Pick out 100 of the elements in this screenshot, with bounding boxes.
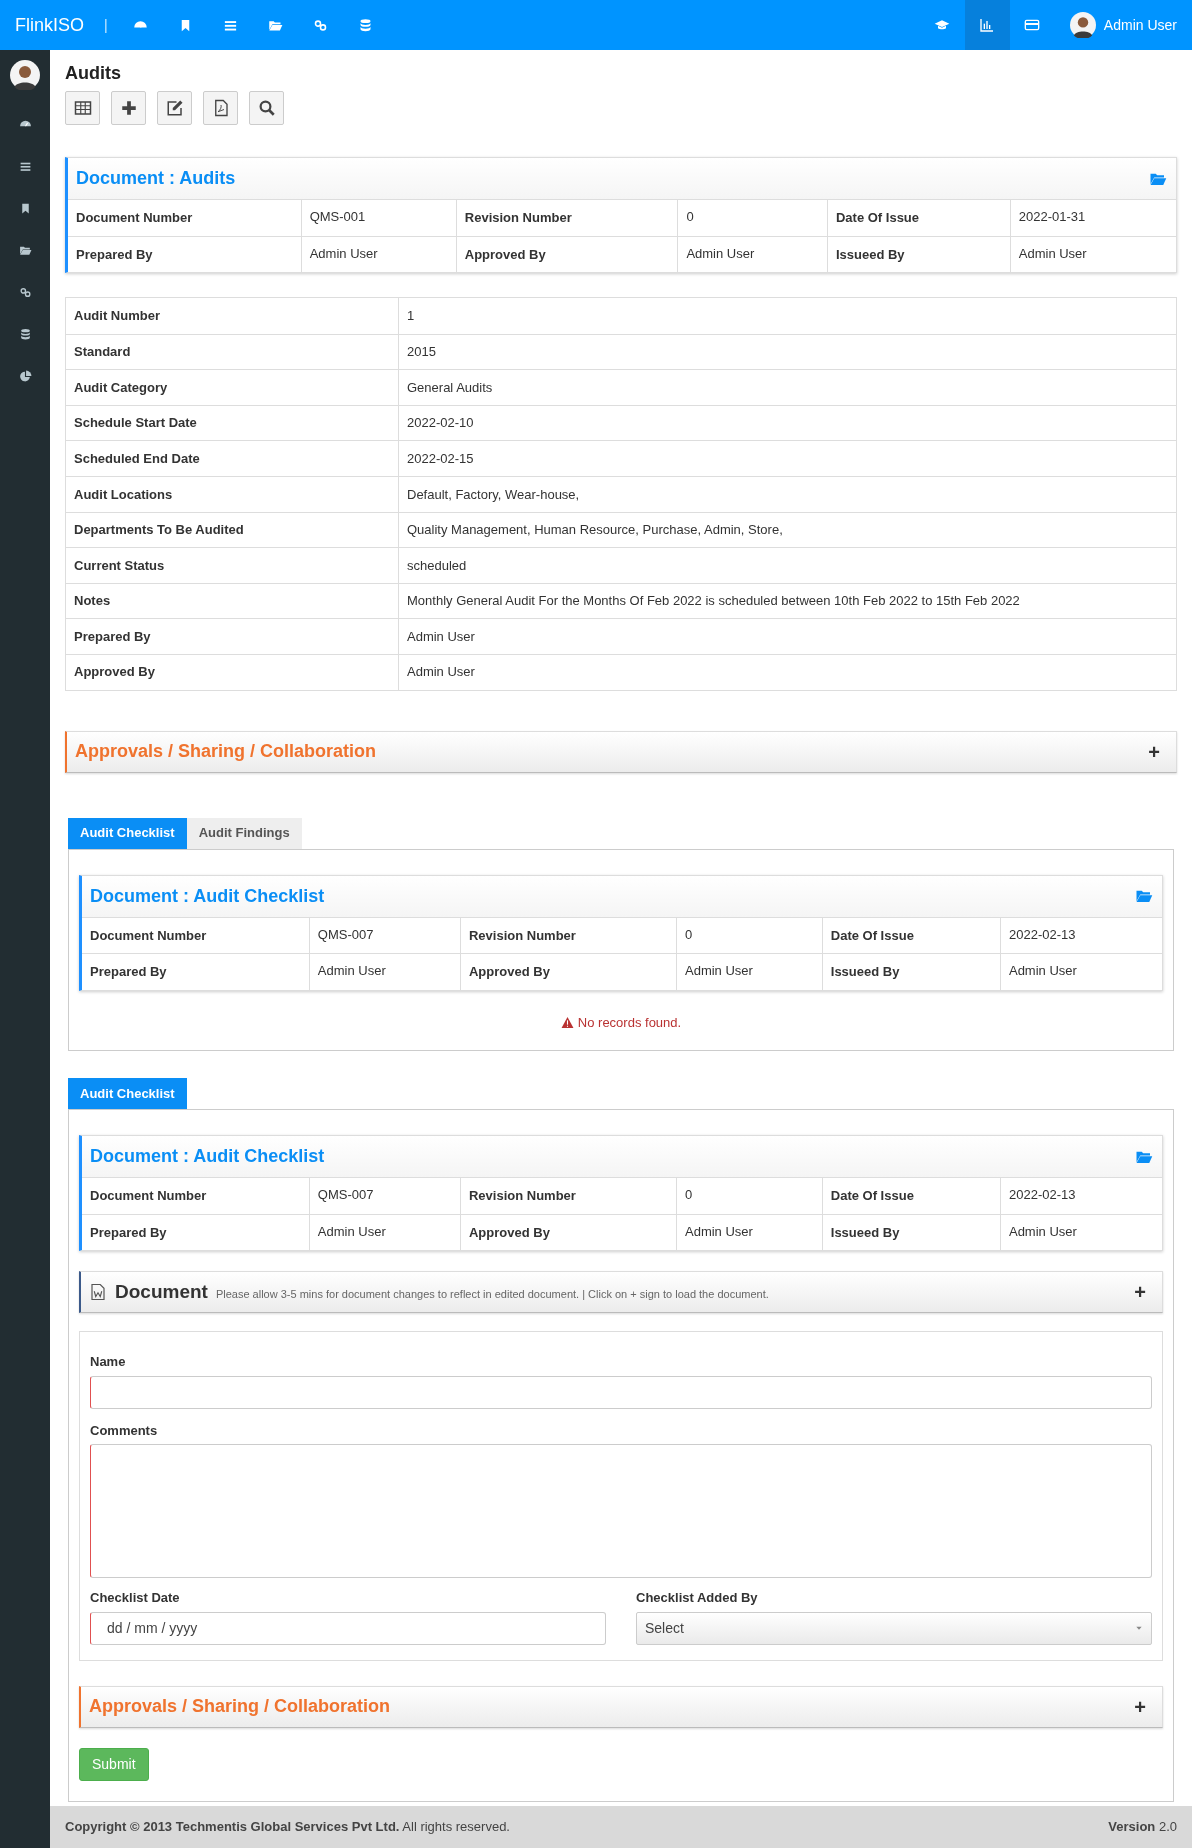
value-cell: Admin User	[676, 954, 822, 990]
label-cell: Issueed By	[826, 236, 1010, 272]
value-cell: Admin User	[1009, 236, 1176, 272]
search-icon	[257, 99, 276, 117]
select-field[interactable]: Select	[636, 1611, 1152, 1645]
panel-title: Approvals / Sharing / Collaboration	[75, 740, 377, 764]
pdf-button[interactable]	[203, 91, 238, 125]
avatar-icon	[1069, 12, 1096, 38]
label-cell: Date Of Issue	[826, 200, 1010, 236]
name-field[interactable]	[90, 1375, 1152, 1409]
panel-title: Approvals / Sharing / Collaboration	[89, 1695, 391, 1719]
link-icon	[18, 285, 32, 299]
comments-field[interactable]	[90, 1444, 1152, 1579]
card-title: Document : Audit Checklist	[90, 1145, 325, 1169]
avatar-icon	[10, 60, 40, 90]
label-cell: Standard	[66, 334, 399, 370]
label-cell: Schedule Start Date	[66, 405, 399, 441]
label-cell-text: Document Number	[89, 1187, 208, 1206]
value-cell: Admin User	[677, 236, 827, 272]
field-label: Checklist Added By	[636, 1589, 759, 1608]
label-cell: Revision Number	[460, 1178, 676, 1214]
card-title: Document : Audits	[76, 167, 236, 190]
label-cell: Approved By	[460, 1214, 676, 1251]
label-cell: Revision Number	[460, 917, 676, 954]
value-cell: Admin User	[308, 954, 460, 990]
label-cell: Audit Category	[66, 370, 399, 405]
edit-button[interactable]	[157, 91, 192, 125]
value-cell-text: scheduled	[406, 556, 468, 575]
value-cell-text: General Audits	[406, 378, 494, 397]
label-cell-text: Document Number	[89, 926, 208, 945]
expand-button[interactable]: +	[1126, 1691, 1154, 1722]
value-cell: QMS-007	[308, 917, 460, 954]
value-cell: QMS-007	[308, 1178, 460, 1214]
add-button[interactable]	[111, 91, 146, 125]
value-cell-text: 1	[406, 307, 416, 326]
label-cell: Audit Locations	[66, 476, 399, 512]
message-text: No records found.	[577, 1013, 682, 1032]
label-cell: Current Status	[66, 548, 399, 583]
value-cell-text: Quality Management, Human Resource, Purchase, Admin, Store,	[406, 521, 784, 540]
label-cell: Date Of Issue	[821, 1178, 1000, 1214]
pie-chart-icon	[18, 369, 32, 383]
label-cell: Approved By	[460, 954, 676, 990]
value-cell-text: 2015	[406, 343, 437, 362]
value-cell: Admin User	[308, 1214, 460, 1251]
expand-button[interactable]: +	[1126, 1277, 1154, 1308]
label-cell-text: Prepared By	[89, 963, 168, 982]
field-label: Checklist Date	[90, 1589, 181, 1608]
list-button[interactable]	[65, 91, 100, 125]
label-cell: Revision Number	[455, 200, 678, 236]
label-cell-text: Document Number	[75, 209, 194, 227]
label-cell: Prepared By	[66, 619, 399, 654]
table-icon	[73, 99, 92, 117]
value-cell: Admin User	[999, 954, 1162, 990]
value-cell: 0	[676, 917, 822, 954]
document-icon	[89, 1283, 107, 1302]
copyright-text: Copyright © 2013 Techmentis Global Services Pvt Ltd. All rights reserved.	[65, 1818, 510, 1836]
value-cell-text: Admin User	[406, 627, 476, 646]
value-cell-text: Monthly General Audit For the Months Of Feb 2022 is scheduled between 10th Feb 2022 to 15th Feb 2022	[406, 592, 1021, 611]
label-cell: Scheduled End Date	[66, 441, 399, 476]
value-cell: Admin User	[676, 1214, 822, 1251]
search-button[interactable]	[249, 91, 284, 125]
label-cell: Issueed By	[821, 1214, 1000, 1251]
edit-icon	[165, 99, 184, 117]
tab[interactable]: Audit Checklist	[68, 817, 187, 849]
value-cell: 0	[677, 200, 827, 236]
field-label: Comments	[90, 1421, 159, 1440]
label-cell: Approved By	[455, 236, 678, 272]
value-cell-text: Admin User	[406, 663, 476, 682]
label-cell-text: Prepared By	[89, 1223, 168, 1242]
value-cell: 0	[676, 1178, 822, 1214]
database-icon	[18, 327, 32, 341]
label-cell-text: Prepared By	[75, 245, 154, 264]
plus-icon	[119, 99, 138, 117]
link-icon	[312, 17, 328, 33]
value-cell-text: 2022-02-15	[406, 449, 475, 468]
tab[interactable]: Audit Checklist	[68, 1078, 187, 1110]
page-title: Audits	[65, 62, 122, 85]
separator: |	[104, 15, 108, 35]
value-cell-text: Default, Factory, Wear-house,	[406, 485, 581, 504]
value-cell: QMS-001	[300, 200, 456, 236]
bar-chart-button[interactable]	[964, 0, 1010, 50]
card-title: Document : Audit Checklist	[90, 884, 325, 908]
label-cell: Audit Number	[66, 298, 399, 334]
tab[interactable]: Audit Findings	[186, 817, 302, 849]
field-label: Name	[90, 1353, 127, 1372]
label-cell: Date Of Issue	[821, 917, 1000, 954]
panel-note: Please allow 3-5 mins for document changes to reflect in edited document. | Click on + sign to load the document.	[215, 1286, 769, 1302]
label-cell: Approved By	[66, 654, 399, 690]
value-cell: 2022-02-13	[999, 917, 1162, 954]
value-cell-text: 2022-02-10	[406, 414, 475, 433]
value-cell: 2022-02-13	[999, 1178, 1162, 1214]
date-field[interactable]: dd / mm / yyyy	[90, 1611, 606, 1645]
value-cell: Admin User	[999, 1214, 1162, 1251]
value-cell: 2022-01-31	[1009, 200, 1176, 236]
warning-icon	[560, 1015, 574, 1029]
label-cell: Issueed By	[821, 954, 1000, 990]
label-cell: Departments To Be Audited	[66, 512, 399, 548]
credit-card-icon	[1024, 17, 1041, 33]
bar-chart-icon	[979, 17, 996, 33]
expand-button[interactable]: +	[1140, 736, 1168, 767]
